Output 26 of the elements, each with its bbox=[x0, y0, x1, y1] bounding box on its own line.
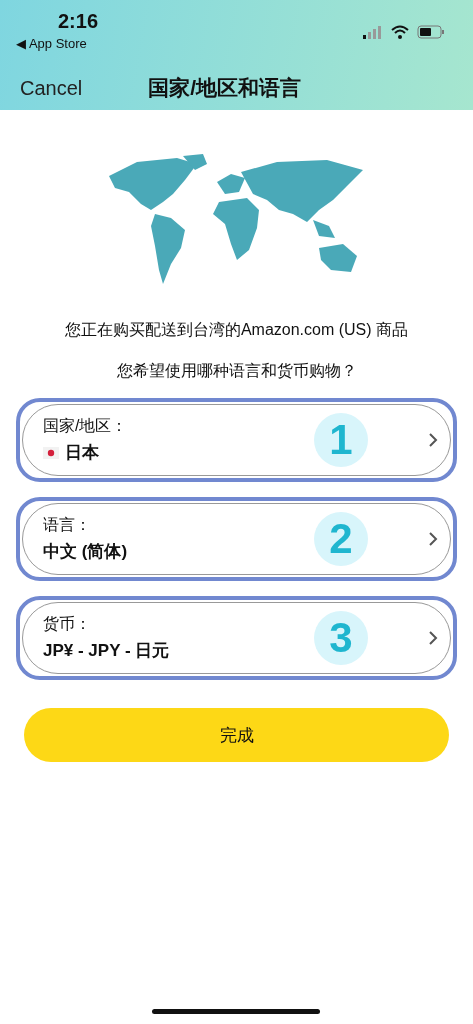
setting-row[interactable]: 货币： JP¥ - JPY - 日元 3 bbox=[22, 602, 451, 674]
setting-value: JP¥ - JPY - 日元 bbox=[43, 640, 170, 662]
chevron-icon bbox=[428, 531, 438, 547]
setting-label: 语言： bbox=[43, 515, 92, 535]
battery-icon bbox=[417, 25, 445, 39]
cancel-button[interactable]: Cancel bbox=[20, 76, 83, 100]
intro-text: 您正在购买配送到台湾的Amazon.com (US) 商品 bbox=[63, 320, 410, 340]
chevron-icon bbox=[428, 432, 438, 448]
done-button[interactable]: 完成 bbox=[24, 708, 449, 762]
setting-row[interactable]: 国家/地区： 日本 1 bbox=[22, 404, 451, 476]
setting-label: 货币： bbox=[43, 614, 92, 634]
setting-value: 中文 (简体) bbox=[43, 541, 128, 563]
wifi-icon bbox=[391, 25, 409, 39]
chevron-icon bbox=[428, 630, 438, 646]
back-to-app-link[interactable]: ◀ App Store bbox=[16, 36, 87, 51]
setting-row[interactable]: 语言： 中文 (简体) 2 bbox=[22, 503, 451, 575]
signal-icon bbox=[363, 25, 383, 39]
step-number-badge: 3 bbox=[314, 611, 368, 665]
flag-icon bbox=[43, 446, 59, 459]
setting-label: 国家/地区： bbox=[43, 416, 129, 436]
screen-title: 国家/地区和语言 bbox=[148, 75, 302, 101]
intro-text: 您希望使用哪种语言和货币购物？ bbox=[115, 361, 358, 381]
step-number-badge: 1 bbox=[314, 413, 368, 467]
setting-value: 日本 bbox=[65, 442, 99, 464]
status-time: 2:16 bbox=[58, 10, 99, 33]
step-number-badge: 2 bbox=[314, 512, 368, 566]
